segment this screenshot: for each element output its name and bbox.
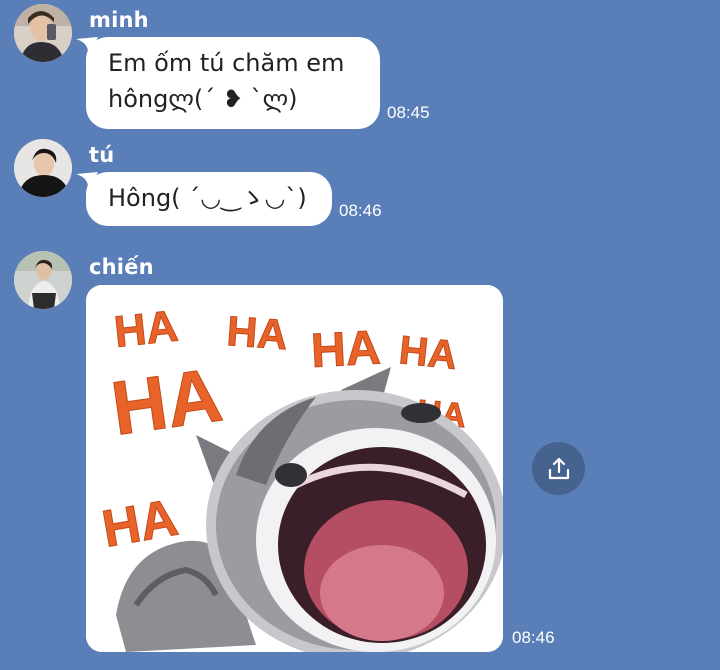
message-text: Hông( ´◡‿ゝ◡`) [108,184,307,212]
message-timestamp: 08:46 [339,201,382,220]
message-text: Em ốm tú chăm em [108,49,345,77]
ha-text: HA [397,328,459,378]
avatar-tu-image [14,139,72,197]
message-bubble[interactable]: Hông( ´◡‿ゝ◡`) [76,172,332,226]
share-button[interactable] [532,442,585,495]
bubble-tail [76,172,98,192]
message-timestamp: 08:45 [387,103,430,122]
avatar-chien[interactable] [14,251,72,309]
share-upload-icon [548,457,569,479]
bubble-tail [76,37,98,57]
avatar-minh[interactable] [14,4,72,62]
ha-text: HA [310,321,382,378]
sticker-image: HA HA HA HA HA HA HA [86,285,503,652]
avatar-minh-image [14,4,72,62]
message-bubble[interactable]: Em ốm tú chăm em hôngლ(´ ❥ `ლ) [76,37,380,129]
sender-name-tu: tú [89,143,115,167]
avatar-tu[interactable] [14,139,72,197]
ha-text: HA [225,307,289,358]
message-text: hôngლ(´ ❥ `ლ) [108,85,298,113]
sender-name-minh: minh [89,8,149,32]
laughing-cat-sticker[interactable]: HA HA HA HA HA HA HA [86,285,503,652]
ha-text: HA [112,302,180,357]
ha-text: HA [107,352,228,451]
sender-name-chien: chiến [89,255,154,279]
avatar-chien-image [14,251,72,309]
message-timestamp: 08:46 [512,628,555,647]
